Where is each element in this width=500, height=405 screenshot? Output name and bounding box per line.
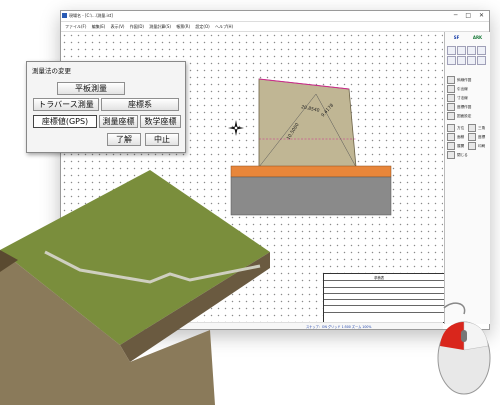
status-bar: スナップ：ON グリッド 1:500 ズーム 100% bbox=[61, 322, 443, 329]
tool-label: 座標作図 bbox=[457, 105, 472, 109]
tool-hatch[interactable]: 斜線作図 bbox=[447, 76, 488, 84]
tool-icon[interactable] bbox=[477, 46, 486, 55]
triangle-icon bbox=[468, 124, 476, 132]
tool-area[interactable]: 面積 bbox=[447, 133, 466, 141]
coordinate-icon bbox=[468, 133, 476, 141]
window-controls[interactable]: ─ □ ✕ bbox=[454, 11, 487, 21]
tool-label: 寸法線 bbox=[457, 96, 468, 100]
status-text: スナップ：ON グリッド 1:500 ズーム 100% bbox=[306, 325, 372, 329]
expand-icon bbox=[447, 142, 455, 150]
hatch-icon bbox=[447, 76, 455, 84]
tool-expand[interactable]: 展開 bbox=[447, 142, 466, 150]
coordinate-system-button[interactable]: 座標系 bbox=[101, 98, 179, 111]
parcel-polygon[interactable] bbox=[258, 78, 357, 168]
survey-method-dialog: 測量法の変更 平板測量 トラバース測量 座標系 座標値(GPS) 測量座標 数学… bbox=[26, 61, 186, 153]
mouse-left-button bbox=[440, 322, 464, 350]
tool-label: 展開 bbox=[457, 144, 465, 148]
tool-direction[interactable]: 方位 bbox=[447, 124, 466, 132]
tool-label: 引出線 bbox=[457, 87, 468, 91]
menu-view[interactable]: 表示(V) bbox=[111, 24, 125, 29]
menu-file[interactable]: ファイル(F) bbox=[65, 24, 86, 29]
dialog-title: 測量法の変更 bbox=[32, 67, 71, 75]
tool-leader[interactable]: 引出線 bbox=[447, 85, 488, 93]
tool-print[interactable]: 印刷 bbox=[468, 142, 488, 150]
tool-label: 閉じる bbox=[457, 153, 468, 157]
tool-triangle[interactable]: 三角 bbox=[468, 124, 488, 132]
ok-button[interactable]: 了解 bbox=[107, 133, 141, 146]
mouse-right-button bbox=[463, 321, 489, 351]
tool-label: 印刷 bbox=[478, 144, 486, 148]
app-icon bbox=[62, 13, 67, 18]
tool-icon[interactable] bbox=[467, 56, 476, 65]
app-window: 現場名 - [C:\...\測量.ist] ─ □ ✕ ファイル(F) 編集(E… bbox=[60, 10, 490, 330]
mouse-wheel bbox=[461, 330, 467, 342]
tool-icon[interactable] bbox=[467, 46, 476, 55]
tool-label: 座標 bbox=[478, 135, 486, 139]
tool-label: 三角 bbox=[478, 126, 486, 130]
leader-icon bbox=[447, 85, 455, 93]
coord-icon bbox=[447, 103, 455, 111]
sf-logo: SF bbox=[453, 35, 460, 40]
tool-icon[interactable] bbox=[477, 56, 486, 65]
tool-label: 図面設定 bbox=[457, 114, 472, 118]
mouse-icon bbox=[437, 302, 491, 395]
plane-survey-button[interactable]: 平板測量 bbox=[57, 82, 125, 95]
orange-band bbox=[230, 165, 392, 178]
right-toolbar: SF ARK 斜線作図 引出線 寸法線 座標作図 図面設定 方位 三角 面積 座… bbox=[444, 32, 490, 324]
table-rule bbox=[324, 287, 464, 288]
menu-edit[interactable]: 編集(E) bbox=[92, 24, 106, 29]
dimension-icon bbox=[447, 94, 455, 102]
area-icon bbox=[447, 133, 455, 141]
tool-icon[interactable] bbox=[457, 46, 466, 55]
tool-coord-draw[interactable]: 座標作図 bbox=[447, 103, 488, 111]
tool-dimension[interactable]: 寸法線 bbox=[447, 94, 488, 102]
tool-label: 方位 bbox=[457, 126, 465, 130]
ark-logo: ARK bbox=[472, 35, 483, 40]
survey-coordinate-button[interactable]: 測量座標 bbox=[99, 115, 138, 128]
tool-icon[interactable] bbox=[447, 56, 456, 65]
menu-survey[interactable]: 測量計算(S) bbox=[149, 24, 171, 29]
menu-bar: ファイル(F) 編集(E) 表示(V) 作図(D) 測量計算(S) 帳票(R) … bbox=[61, 22, 489, 32]
gps-coordinate-button[interactable]: 座標値(GPS) bbox=[33, 115, 97, 128]
table-rule bbox=[324, 280, 464, 281]
close-icon bbox=[447, 151, 455, 159]
window-title: 現場名 - [C:\...\測量.ist] bbox=[69, 13, 113, 18]
menu-draw[interactable]: 作図(D) bbox=[130, 24, 144, 29]
tool-icon[interactable] bbox=[457, 56, 466, 65]
tool-icon[interactable] bbox=[447, 46, 456, 55]
tool-label: 面積 bbox=[457, 135, 465, 139]
menu-report[interactable]: 帳票(R) bbox=[176, 24, 190, 29]
tool-coordinate[interactable]: 座標 bbox=[468, 133, 488, 141]
sheet-icon bbox=[447, 112, 455, 120]
menu-settings[interactable]: 設定(O) bbox=[195, 24, 209, 29]
tool-sheet-settings[interactable]: 図面設定 bbox=[447, 112, 488, 120]
compass-icon bbox=[228, 120, 244, 136]
print-icon bbox=[468, 142, 476, 150]
cancel-button[interactable]: 中止 bbox=[145, 133, 179, 146]
traverse-survey-button[interactable]: トラバース測量 bbox=[33, 98, 99, 111]
table-rule bbox=[324, 293, 464, 294]
tool-close[interactable]: 閉じる bbox=[447, 151, 488, 159]
menu-help[interactable]: ヘルプ(H) bbox=[215, 24, 233, 29]
mouse-cable bbox=[443, 302, 466, 315]
tool-icon-grid bbox=[447, 46, 488, 72]
terrain-shadow bbox=[0, 250, 18, 272]
direction-icon bbox=[447, 124, 455, 132]
title-bar: 現場名 - [C:\...\測量.ist] ─ □ ✕ bbox=[61, 11, 489, 22]
gray-band bbox=[230, 176, 392, 216]
tool-label: 斜線作図 bbox=[457, 78, 472, 82]
math-coordinate-button[interactable]: 数学座標 bbox=[140, 115, 181, 128]
